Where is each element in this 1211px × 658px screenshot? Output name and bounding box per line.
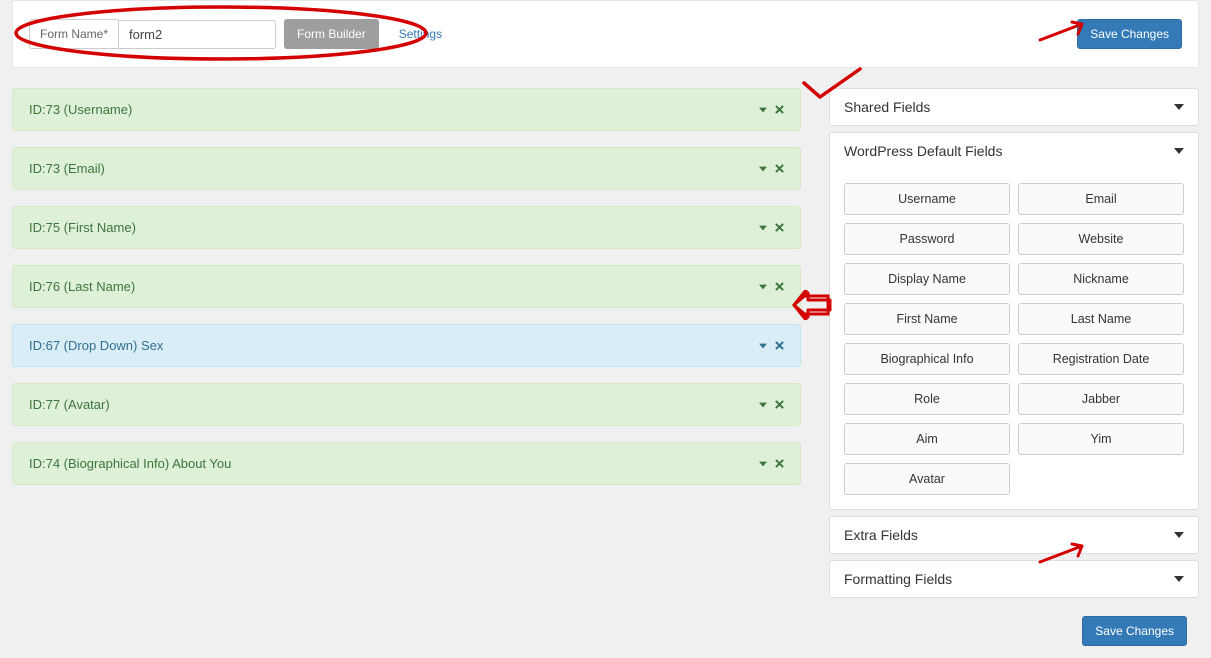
form-builder-button[interactable]: Form Builder	[284, 19, 379, 49]
available-field-button[interactable]: Last Name	[1018, 303, 1184, 335]
field-card[interactable]: ID:77 (Avatar)	[12, 383, 801, 426]
available-field-button[interactable]: Role	[844, 383, 1010, 415]
available-field-button[interactable]: Aim	[844, 423, 1010, 455]
panel-title: Extra Fields	[844, 527, 918, 543]
panel-shared-fields: Shared Fields	[829, 88, 1199, 126]
close-icon[interactable]	[775, 459, 784, 468]
panel-head-formatting[interactable]: Formatting Fields	[830, 561, 1198, 597]
caret-down-icon[interactable]	[759, 283, 767, 291]
field-label: ID:74 (Biographical Info) About You	[29, 456, 231, 471]
available-field-button[interactable]: Password	[844, 223, 1010, 255]
field-label: ID:67 (Drop Down) Sex	[29, 338, 163, 353]
chevron-down-icon	[1174, 102, 1184, 112]
close-icon[interactable]	[775, 400, 784, 409]
available-field-button[interactable]: Username	[844, 183, 1010, 215]
close-icon[interactable]	[775, 223, 784, 232]
save-changes-button-bottom[interactable]: Save Changes	[1082, 616, 1187, 646]
field-card[interactable]: ID:73 (Username)	[12, 88, 801, 131]
available-field-button[interactable]: Nickname	[1018, 263, 1184, 295]
field-label: ID:75 (First Name)	[29, 220, 136, 235]
caret-down-icon[interactable]	[759, 165, 767, 173]
form-name-input[interactable]	[118, 20, 276, 49]
panel-title: WordPress Default Fields	[844, 143, 1002, 159]
field-label: ID:76 (Last Name)	[29, 279, 135, 294]
field-card[interactable]: ID:73 (Email)	[12, 147, 801, 190]
panel-title: Formatting Fields	[844, 571, 952, 587]
selected-fields-column: ID:73 (Username) ID:73 (Email) ID:75 (Firs…	[12, 88, 801, 658]
save-changes-button-top[interactable]: Save Changes	[1077, 19, 1182, 49]
panel-head-extra[interactable]: Extra Fields	[830, 517, 1198, 553]
field-label: ID:77 (Avatar)	[29, 397, 110, 412]
available-field-button[interactable]: Avatar	[844, 463, 1010, 495]
available-field-button[interactable]: First Name	[844, 303, 1010, 335]
field-card[interactable]: ID:75 (First Name)	[12, 206, 801, 249]
form-name-label: Form Name*	[29, 19, 118, 49]
topbar-panel: Form Name* Form Builder Settings Save Ch…	[12, 0, 1199, 68]
available-fields-column: Shared Fields WordPress Default Fields U…	[829, 88, 1199, 658]
panel-head-shared[interactable]: Shared Fields	[830, 89, 1198, 125]
caret-down-icon[interactable]	[759, 106, 767, 114]
field-card[interactable]: ID:76 (Last Name)	[12, 265, 801, 308]
chevron-down-icon	[1174, 530, 1184, 540]
panel-extra-fields: Extra Fields	[829, 516, 1199, 554]
panel-title: Shared Fields	[844, 99, 930, 115]
chevron-down-icon	[1174, 574, 1184, 584]
available-field-button[interactable]: Yim	[1018, 423, 1184, 455]
available-field-button[interactable]: Email	[1018, 183, 1184, 215]
close-icon[interactable]	[775, 282, 784, 291]
panel-body-wp-default: UsernameEmailPasswordWebsiteDisplay Name…	[830, 169, 1198, 509]
panel-head-wp-default[interactable]: WordPress Default Fields	[830, 133, 1198, 169]
field-card[interactable]: ID:67 (Drop Down) Sex	[12, 324, 801, 367]
panel-wp-default: WordPress Default Fields UsernameEmailPa…	[829, 132, 1199, 510]
caret-down-icon[interactable]	[759, 460, 767, 468]
available-field-button[interactable]: Jabber	[1018, 383, 1184, 415]
chevron-down-icon	[1174, 146, 1184, 156]
available-field-button[interactable]: Registration Date	[1018, 343, 1184, 375]
close-icon[interactable]	[775, 164, 784, 173]
field-card[interactable]: ID:74 (Biographical Info) About You	[12, 442, 801, 485]
available-field-button[interactable]: Display Name	[844, 263, 1010, 295]
available-field-button[interactable]: Website	[1018, 223, 1184, 255]
field-label: ID:73 (Username)	[29, 102, 132, 117]
caret-down-icon[interactable]	[759, 342, 767, 350]
caret-down-icon[interactable]	[759, 401, 767, 409]
panel-formatting-fields: Formatting Fields	[829, 560, 1199, 598]
caret-down-icon[interactable]	[759, 224, 767, 232]
settings-link[interactable]: Settings	[387, 20, 454, 48]
close-icon[interactable]	[775, 105, 784, 114]
available-field-button[interactable]: Biographical Info	[844, 343, 1010, 375]
field-label: ID:73 (Email)	[29, 161, 105, 176]
close-icon[interactable]	[775, 341, 784, 350]
